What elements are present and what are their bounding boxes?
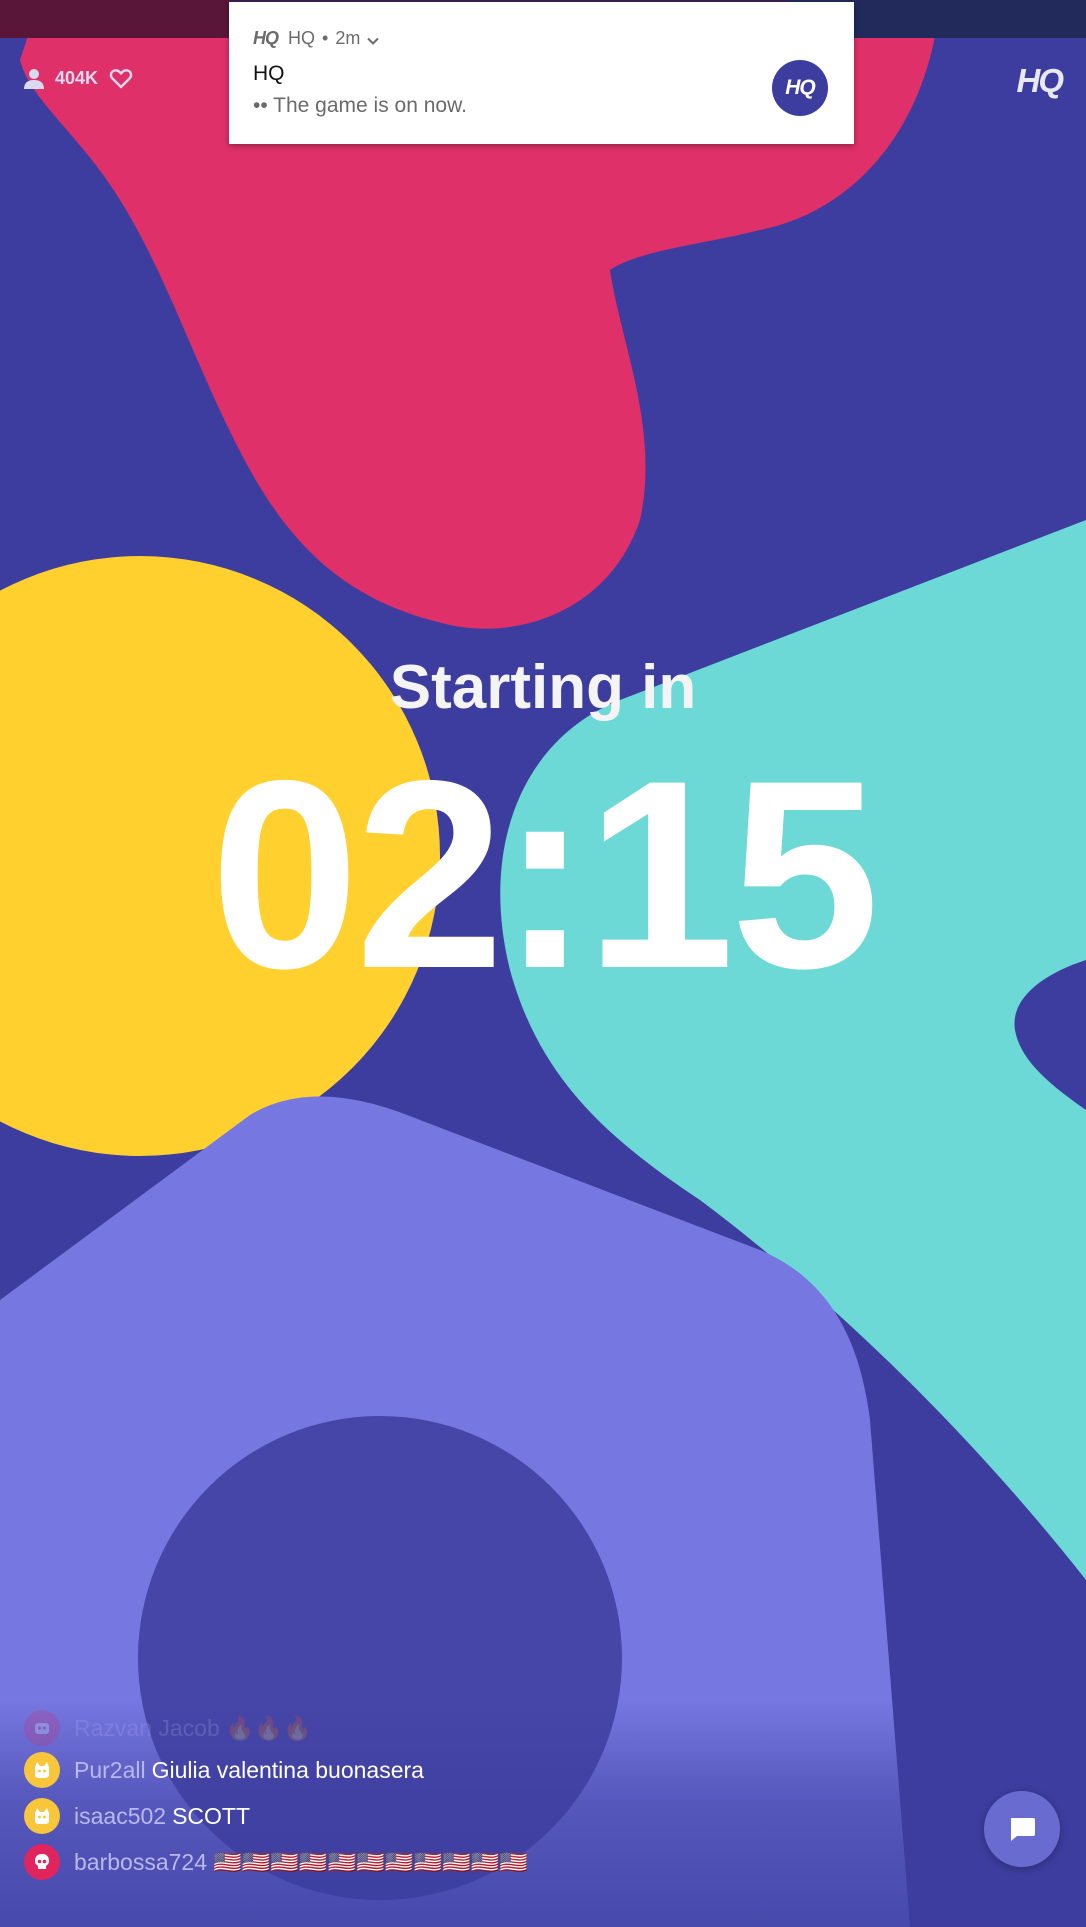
notification-body: •• The game is on now. <box>253 94 467 117</box>
notification-time: 2m <box>335 28 361 48</box>
viewer-count: 404K <box>55 67 99 88</box>
notification-banner[interactable]: HQ HQ • 2m HQ •• The game is on now. HQ <box>229 2 854 144</box>
game-screen: 404K HQ HQ HQ • 2m HQ •• The game is on … <box>0 0 1086 1927</box>
chat-username[interactable]: isaac502 <box>74 1803 166 1830</box>
status-bar-left <box>0 0 230 38</box>
cat-face-icon <box>35 1808 49 1824</box>
avatar <box>24 1798 60 1834</box>
chat-username[interactable]: Pur2all <box>74 1757 146 1784</box>
robot-face-icon <box>35 1723 49 1734</box>
hq-logo: HQ <box>1016 62 1064 99</box>
chat-bubble-icon <box>1011 1818 1035 1841</box>
chat-message: barbossa724 🇺🇸🇺🇸🇺🇸🇺🇸🇺🇸🇺🇸🇺🇸🇺🇸🇺🇸🇺🇸🇺🇸 <box>24 1844 528 1880</box>
chat-username[interactable]: barbossa724 <box>74 1849 207 1876</box>
countdown-timer: 02:15 <box>210 724 879 1024</box>
chat-username[interactable]: Razvan Jacob <box>74 1715 220 1742</box>
chevron-down-icon[interactable] <box>366 32 380 46</box>
starting-in-label: Starting in <box>389 653 697 722</box>
chat-message: isaac502 SCOTT <box>24 1798 250 1834</box>
notification-title: HQ <box>253 62 285 85</box>
notification-header: HQ HQ • 2m <box>253 28 380 49</box>
notification-app-name: HQ <box>288 28 315 48</box>
avatar <box>24 1752 60 1788</box>
avatar <box>24 1844 60 1880</box>
chat-message: Pur2all Giulia valentina buonasera <box>24 1752 424 1788</box>
chat-text: Giulia valentina buonasera <box>151 1756 424 1783</box>
chat-text: SCOTT <box>172 1802 251 1829</box>
chat-button[interactable] <box>984 1791 1060 1867</box>
notification-avatar: HQ <box>772 60 828 116</box>
chat-message: Razvan Jacob 🔥🔥🔥 <box>24 1710 312 1746</box>
notification-app-logo: HQ <box>253 28 279 48</box>
avatar <box>24 1710 60 1746</box>
cat-face-icon <box>35 1762 49 1778</box>
chat-text: 🔥🔥🔥 <box>225 1714 312 1741</box>
user-icon <box>22 66 46 90</box>
viewer-stats: 404K <box>22 66 133 90</box>
separator-dot: • <box>322 28 329 48</box>
skull-face-icon <box>35 1854 49 1869</box>
heart-icon[interactable] <box>109 66 133 90</box>
chat-text: 🇺🇸🇺🇸🇺🇸🇺🇸🇺🇸🇺🇸🇺🇸🇺🇸🇺🇸🇺🇸🇺🇸 <box>213 1848 529 1875</box>
